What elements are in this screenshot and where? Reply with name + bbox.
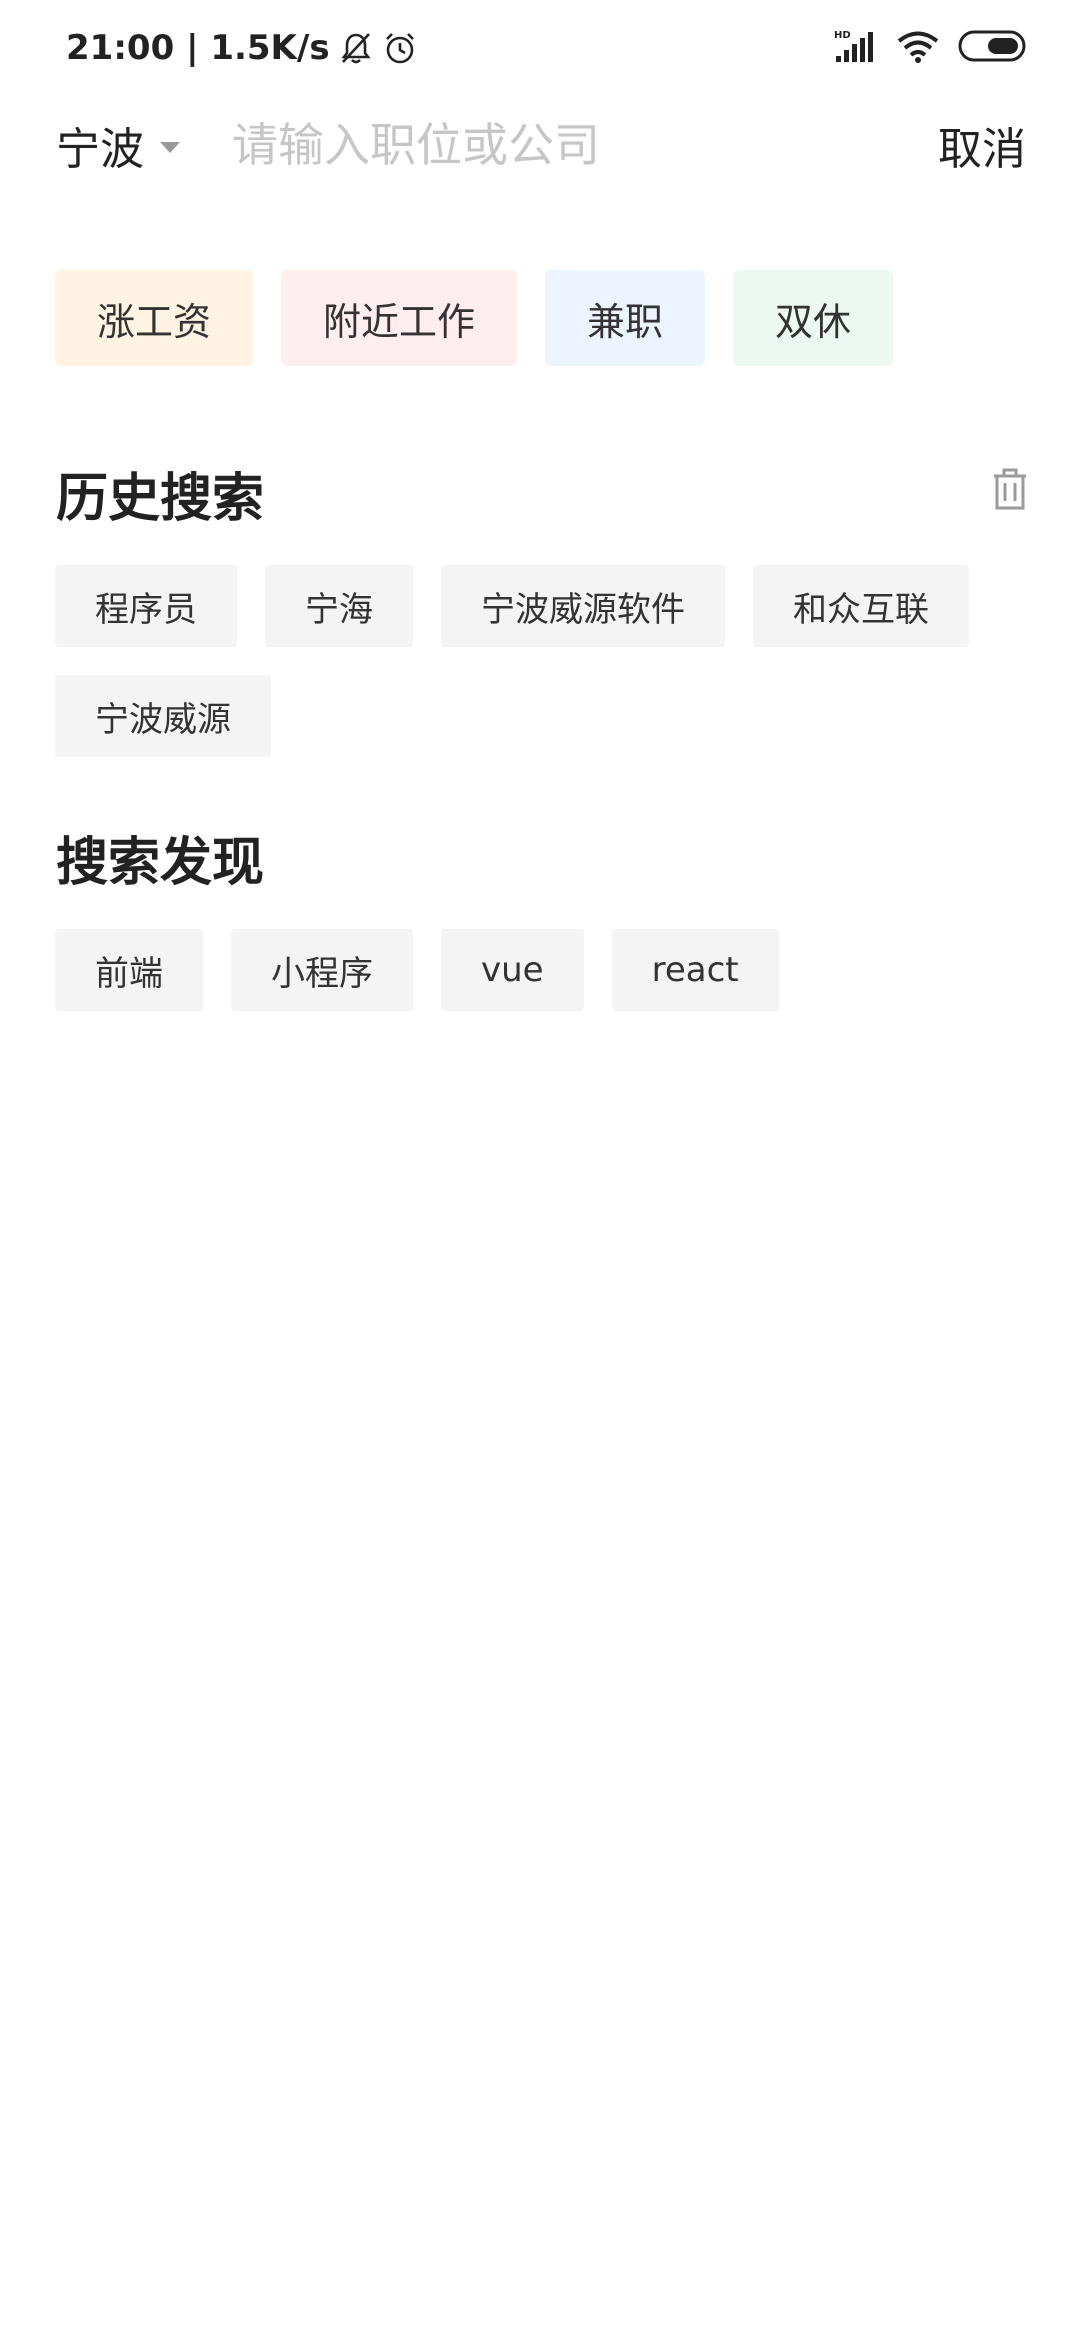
city-label: 宁波 [56, 124, 144, 175]
trash-icon [992, 468, 1028, 514]
history-chip[interactable]: 和众互联 [753, 565, 969, 647]
history-chips: 程序员 宁海 宁波威源软件 和众互联 宁波威源 [55, 565, 1035, 757]
battery-icon [958, 29, 1028, 67]
discover-chips: 前端 小程序 vue react [55, 929, 1035, 1011]
discover-title: 搜索发现 [56, 833, 265, 893]
search-header: 宁波 取消 [0, 110, 1080, 180]
caret-down-icon [160, 141, 180, 153]
discover-chip[interactable]: vue [441, 929, 584, 1011]
search-input[interactable] [232, 110, 892, 180]
history-chip[interactable]: 宁波威源软件 [441, 565, 725, 647]
history-title: 历史搜索 [56, 469, 265, 529]
quick-tags: 涨工资 附近工作 兼职 双休 [55, 270, 894, 366]
status-bar: 21:00 | 1.5K/s HD [0, 0, 1080, 96]
status-left: 21:00 | 1.5K/s [66, 24, 418, 72]
quick-tag[interactable]: 附近工作 [281, 270, 518, 366]
alarm-icon [382, 30, 418, 66]
city-selector[interactable]: 宁波 [56, 110, 180, 180]
discover-chip[interactable]: 前端 [55, 929, 203, 1011]
history-chip[interactable]: 宁海 [265, 565, 413, 647]
discover-chip[interactable]: react [611, 929, 779, 1011]
quick-tag[interactable]: 涨工资 [55, 270, 254, 366]
hd-signal-icon: HD [834, 28, 878, 68]
discover-chip[interactable]: 小程序 [231, 929, 413, 1011]
status-time-speed: 21:00 | 1.5K/s [66, 28, 330, 68]
quick-tag[interactable]: 双休 [733, 270, 894, 366]
mute-bell-icon [338, 30, 374, 66]
delete-history-button[interactable] [992, 468, 1028, 510]
search-page: 21:00 | 1.5K/s HD 宁波 请输入职位或公司 取消 涨工资 附近工… [0, 0, 1080, 2340]
status-right: HD [834, 26, 1028, 70]
svg-text:HD: HD [834, 30, 851, 41]
history-chip[interactable]: 程序员 [55, 565, 237, 647]
quick-tag[interactable]: 兼职 [545, 270, 706, 366]
history-chip[interactable]: 宁波威源 [55, 675, 271, 757]
wifi-icon [896, 28, 940, 68]
cancel-button[interactable]: 取消 [938, 110, 1026, 180]
